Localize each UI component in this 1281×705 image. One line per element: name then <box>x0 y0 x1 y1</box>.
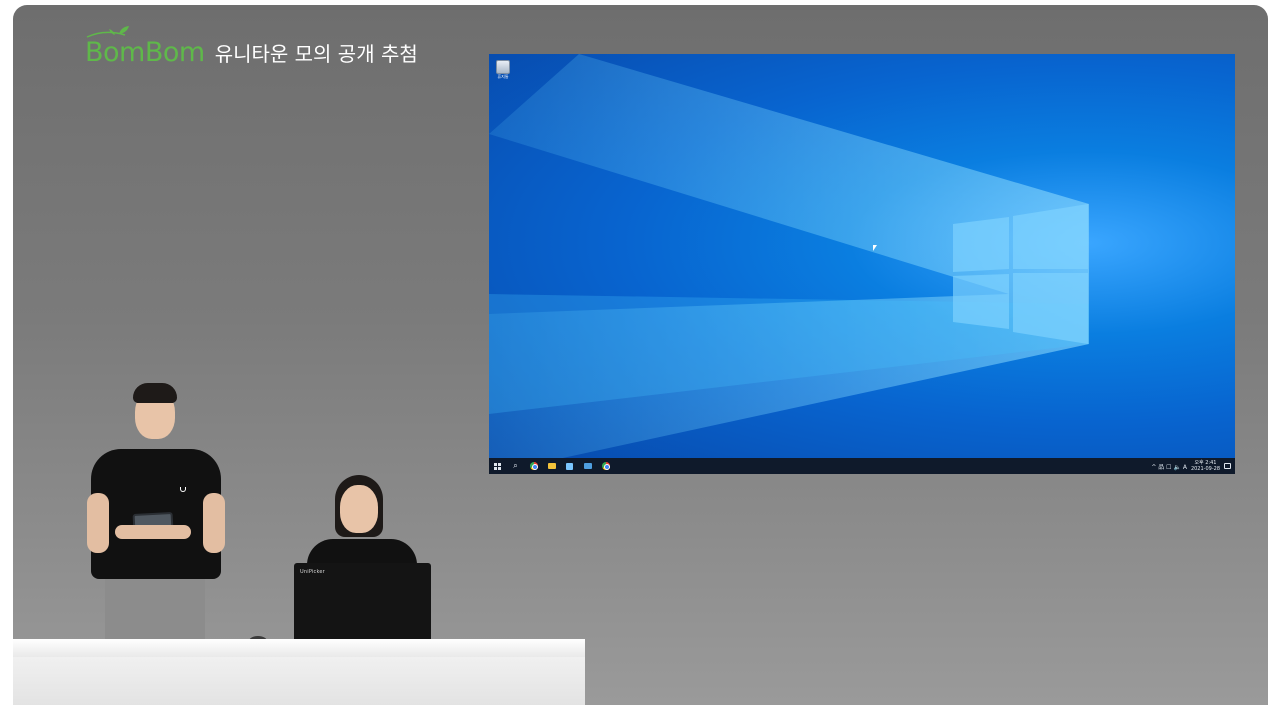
logo-text: BomBom <box>85 37 205 68</box>
app-icon[interactable] <box>565 462 574 471</box>
file-explorer-icon[interactable] <box>547 462 556 471</box>
presenter-standing <box>85 383 225 643</box>
chrome-icon[interactable] <box>529 462 538 471</box>
mouse-cursor-icon <box>873 245 877 251</box>
recycle-bin-label: 휴지통 <box>497 74 509 79</box>
search-icon[interactable]: ⌕ <box>511 462 520 471</box>
recycle-bin-icon[interactable]: 휴지통 <box>495 60 511 80</box>
taskbar-clock[interactable]: 오후 2:41 2021-09-28 <box>1191 460 1220 472</box>
broadcast-header: BomBom 유니타운 모의 공개 추첨 <box>85 26 418 68</box>
broadcast-title: 유니타운 모의 공개 추첨 <box>214 42 418 66</box>
bombom-logo: BomBom <box>85 26 205 68</box>
recycle-bin-glyph <box>496 60 510 74</box>
chrome-icon-2[interactable] <box>601 462 610 471</box>
windows-start-icon[interactable] <box>493 462 502 471</box>
leaf-icon <box>86 26 129 38</box>
tray-icons[interactable]: ^ 品 ☐ 🔈 A <box>1151 462 1187 471</box>
windows-desktop[interactable]: 휴지통 ⌕ ^ 品 ☐ 🔈 A 오후 2:41 2021-09-28 <box>489 54 1235 474</box>
taskbar-date: 2021-09-28 <box>1190 466 1220 472</box>
mail-icon[interactable] <box>583 462 592 471</box>
laptop: UniPicker <box>294 563 431 651</box>
presentation-desk <box>13 639 585 705</box>
windows-taskbar: ⌕ ^ 品 ☐ 🔈 A 오후 2:41 2021-09-28 <box>489 458 1235 474</box>
wallpaper-beams <box>489 54 1089 474</box>
notification-icon[interactable] <box>1224 463 1231 469</box>
system-tray: ^ 品 ☐ 🔈 A 오후 2:41 2021-09-28 <box>1151 460 1231 472</box>
laptop-brand-label: UniPicker <box>300 569 325 575</box>
broadcast-frame: BomBom 유니타운 모의 공개 추첨 휴지통 ⌕ ^ 品 ☐ 🔈 A 오후 … <box>13 5 1268 705</box>
